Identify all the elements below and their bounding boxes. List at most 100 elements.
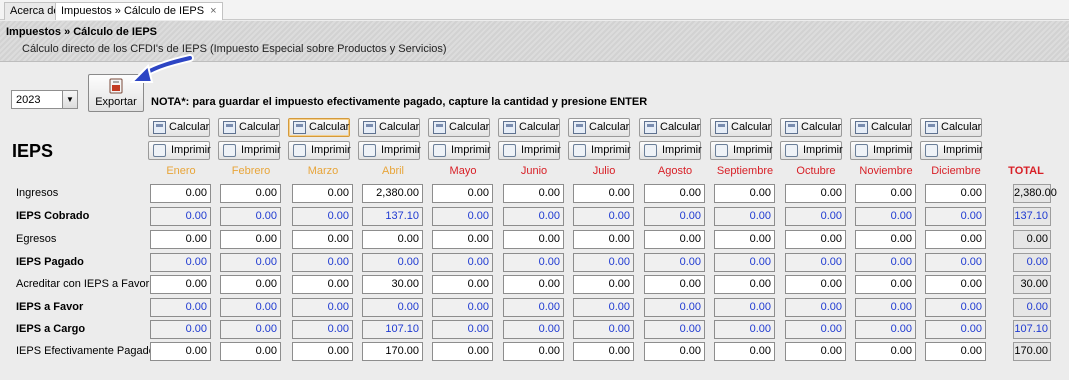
calcular-button-abril[interactable]: Calcular (358, 118, 420, 137)
value-cell[interactable]: 0.00 (292, 342, 353, 361)
value-cell: 0.00 (150, 253, 211, 272)
value-cell[interactable]: 0.00 (150, 342, 211, 361)
value-cell[interactable]: 0.00 (150, 184, 211, 203)
imprimir-button-marzo[interactable]: Imprimir (288, 141, 351, 160)
value-cell[interactable]: 0.00 (503, 342, 564, 361)
month-header-diciembre: Diciembre (931, 165, 981, 177)
imprimir-label: Imprimir (241, 144, 281, 156)
close-icon[interactable]: × (210, 5, 216, 17)
value-cell[interactable]: 0.00 (714, 230, 775, 249)
calcular-button-octubre[interactable]: Calcular (780, 118, 842, 137)
nota-text: NOTA*: para guardar el impuesto efectiva… (151, 96, 648, 108)
imprimir-label: Imprimir (591, 144, 631, 156)
month-header-marzo: Marzo (307, 165, 339, 177)
value-cell[interactable]: 0.00 (925, 230, 986, 249)
calculator-icon (573, 121, 586, 134)
calcular-button-diciembre[interactable]: Calcular (920, 118, 982, 137)
value-cell[interactable]: 0.00 (503, 230, 564, 249)
value-cell: 0.00 (925, 298, 986, 317)
value-cell[interactable]: 0.00 (220, 342, 281, 361)
imprimir-button-septiembre[interactable]: Imprimir (710, 141, 773, 160)
row-label-ieps-a-cargo: IEPS a Cargo (16, 323, 86, 335)
value-cell[interactable]: 0.00 (503, 184, 564, 203)
imprimir-button-enero[interactable]: Imprimir (148, 141, 211, 160)
value-cell[interactable]: 0.00 (362, 230, 423, 249)
value-cell[interactable]: 0.00 (150, 230, 211, 249)
value-cell[interactable]: 0.00 (785, 342, 846, 361)
calcular-button-noviembre[interactable]: Calcular (850, 118, 912, 137)
calcular-button-agosto[interactable]: Calcular (639, 118, 701, 137)
value-cell[interactable]: 0.00 (503, 275, 564, 294)
value-cell[interactable]: 0.00 (150, 275, 211, 294)
imprimir-label: Imprimir (943, 144, 983, 156)
value-cell[interactable]: 0.00 (573, 230, 634, 249)
value-cell[interactable]: 0.00 (925, 342, 986, 361)
value-cell[interactable]: 0.00 (644, 342, 705, 361)
value-cell[interactable]: 0.00 (292, 275, 353, 294)
value-cell[interactable]: 0.00 (714, 275, 775, 294)
imprimir-button-junio[interactable]: Imprimir (498, 141, 561, 160)
value-cell[interactable]: 0.00 (432, 184, 493, 203)
value-cell: 0.00 (150, 298, 211, 317)
value-cell[interactable]: 0.00 (714, 342, 775, 361)
value-cell[interactable]: 0.00 (855, 342, 916, 361)
value-cell[interactable]: 0.00 (785, 230, 846, 249)
calcular-label: Calcular (379, 121, 420, 133)
imprimir-button-abril[interactable]: Imprimir (358, 141, 421, 160)
value-cell[interactable]: 0.00 (785, 275, 846, 294)
value-cell[interactable]: 0.00 (785, 184, 846, 203)
value-cell[interactable]: 0.00 (573, 275, 634, 294)
calcular-button-enero[interactable]: Calcular (148, 118, 210, 137)
imprimir-button-mayo[interactable]: Imprimir (428, 141, 491, 160)
row-label-acreditar-con-ieps-a-favor: Acreditar con IEPS a Favor (16, 278, 150, 290)
chevron-down-icon[interactable]: ▼ (62, 91, 77, 108)
value-cell[interactable]: 0.00 (573, 184, 634, 203)
value-cell[interactable]: 0.00 (573, 342, 634, 361)
imprimir-button-diciembre[interactable]: Imprimir (920, 141, 983, 160)
value-cell[interactable]: 0.00 (855, 275, 916, 294)
value-cell: 0.00 (432, 253, 493, 272)
tab-calculo-ieps[interactable]: Impuestos » Cálculo de IEPS × (55, 2, 223, 20)
calcular-button-septiembre[interactable]: Calcular (710, 118, 772, 137)
imprimir-button-noviembre[interactable]: Imprimir (850, 141, 913, 160)
year-value: 2023 (16, 94, 41, 106)
value-cell[interactable]: 0.00 (714, 184, 775, 203)
value-cell[interactable]: 0.00 (855, 230, 916, 249)
imprimir-button-julio[interactable]: Imprimir (568, 141, 631, 160)
value-cell[interactable]: 0.00 (220, 230, 281, 249)
value-cell[interactable]: 0.00 (220, 275, 281, 294)
value-cell: 137.10 (362, 207, 423, 226)
value-cell[interactable]: 0.00 (644, 275, 705, 294)
value-cell[interactable]: 0.00 (292, 184, 353, 203)
imprimir-button-agosto[interactable]: Imprimir (639, 141, 702, 160)
value-cell[interactable]: 0.00 (644, 184, 705, 203)
value-cell[interactable]: 170.00 (362, 342, 423, 361)
month-header-mayo: Mayo (449, 165, 477, 177)
year-select[interactable]: 2023 ▼ (11, 90, 78, 109)
calcular-label: Calcular (589, 121, 630, 133)
total-cell: 170.00 (1013, 342, 1051, 361)
calcular-button-marzo[interactable]: Calcular (288, 118, 350, 137)
calcular-button-junio[interactable]: Calcular (498, 118, 560, 137)
calcular-button-mayo[interactable]: Calcular (428, 118, 490, 137)
calculator-icon (503, 121, 516, 134)
imprimir-button-octubre[interactable]: Imprimir (780, 141, 843, 160)
value-cell[interactable]: 0.00 (644, 230, 705, 249)
value-cell[interactable]: 2,380.00 (362, 184, 423, 203)
calcular-label: Calcular (941, 121, 982, 133)
imprimir-button-febrero[interactable]: Imprimir (218, 141, 281, 160)
value-cell[interactable]: 0.00 (292, 230, 353, 249)
value-cell[interactable]: 30.00 (362, 275, 423, 294)
value-cell[interactable]: 0.00 (220, 184, 281, 203)
value-cell[interactable]: 0.00 (432, 275, 493, 294)
total-cell: 30.00 (1013, 275, 1051, 294)
value-cell[interactable]: 0.00 (432, 230, 493, 249)
value-cell[interactable]: 0.00 (925, 184, 986, 203)
calcular-button-julio[interactable]: Calcular (568, 118, 630, 137)
value-cell[interactable]: 0.00 (855, 184, 916, 203)
value-cell: 0.00 (362, 298, 423, 317)
calcular-button-febrero[interactable]: Calcular (218, 118, 280, 137)
value-cell: 0.00 (220, 253, 281, 272)
value-cell[interactable]: 0.00 (432, 342, 493, 361)
value-cell[interactable]: 0.00 (925, 275, 986, 294)
